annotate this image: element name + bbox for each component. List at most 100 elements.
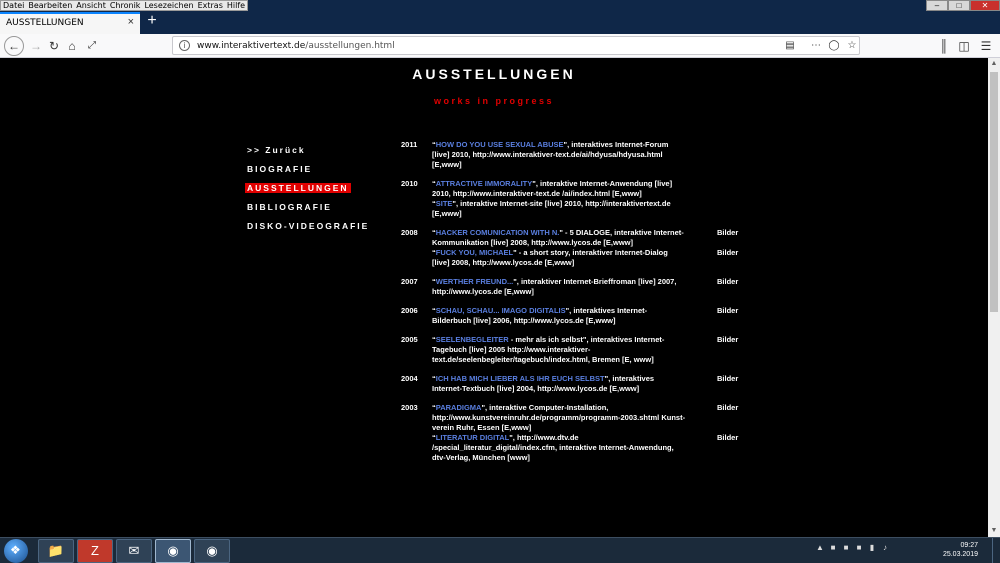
exhibition-link[interactable]: FUCK YOU, MICHAEL [436, 248, 513, 257]
sidebar-icon[interactable]: ◫ [956, 38, 972, 54]
filezilla-taskbar-icon[interactable]: Z [77, 539, 113, 563]
year-block: 2005 “SEELENBEGLEITER - mehr als ich selb… [401, 335, 761, 365]
browser-titlebar: Datei Bearbeiten Ansicht Chronik Lesezei… [0, 0, 1000, 34]
bilder-link[interactable]: Bilder [717, 403, 738, 413]
year-label: 2011 [401, 140, 418, 149]
tab-title: AUSSTELLUNGEN [6, 18, 84, 28]
exhibition-link[interactable]: HOW DO YOU USE SEXUAL ABUSE [436, 140, 564, 149]
nav-item-label: AUSSTELLUNGEN [245, 183, 351, 193]
clock-time: 09:27 [960, 542, 978, 549]
taskbar-clock[interactable]: 09:27 25.03.2019 [943, 541, 978, 559]
bilder-link[interactable]: Bilder [717, 277, 738, 287]
nav-item-0[interactable]: >> Zurück [245, 144, 371, 163]
exhibition-entry: “WERTHER FREUND...", interaktiver Intern… [432, 277, 739, 296]
year-block: 2010 “ATTRACTIVE IMMORALITY", interaktive… [401, 179, 761, 219]
exhibition-entry: “HACKER COMUNICATION WITH N." - 5 DIALOG… [432, 228, 739, 247]
exhibition-link[interactable]: SCHAU, SCHAU... IMAGO DIGITALIS [436, 306, 566, 315]
year-block: 2004 “ICH HAB MICH LIEBER ALS IHR EUCH SE… [401, 374, 761, 394]
pocket-icon[interactable]: ◯ [827, 39, 841, 53]
menu-item-lesezeichen[interactable]: Lesezeichen [142, 1, 195, 10]
exhibition-link[interactable]: ICH HAB MICH LIEBER ALS IHR EUCH SELBST [436, 374, 605, 383]
menu-item-hilfe[interactable]: Hilfe [225, 1, 247, 10]
bilder-link[interactable]: Bilder [717, 306, 738, 316]
page-actions-icon[interactable]: ⋯ [809, 39, 823, 53]
nav-item-2[interactable]: AUSSTELLUNGEN [245, 182, 371, 201]
app-taskbar-icon[interactable]: ◉ [194, 539, 230, 563]
browser-tab[interactable]: AUSSTELLUNGEN × [0, 12, 140, 34]
window-controls: – □ ✕ [926, 0, 1000, 11]
menu-icon[interactable]: ☰ [978, 38, 994, 54]
back-button[interactable]: ← [4, 36, 24, 56]
year-label: 2010 [401, 179, 418, 188]
close-window-button[interactable]: ✕ [970, 0, 1000, 11]
tray-icon-1[interactable]: ▲ [815, 543, 825, 553]
reload-button[interactable]: ↻ [46, 38, 62, 54]
url-text[interactable]: www.interaktivertext.de/ausstellungen.ht… [197, 41, 395, 51]
reader-view-icon[interactable]: ▤ [783, 39, 797, 53]
exhibitions-list: 2011 “HOW DO YOU USE SEXUAL ABUSE", inter… [401, 140, 761, 472]
volume-icon[interactable]: ♪ [880, 543, 890, 553]
bookmark-star-icon[interactable]: ☆ [845, 39, 859, 53]
bilder-link[interactable]: Bilder [717, 374, 738, 384]
nav-item-label: DISKO-VIDEOGRAFIE [247, 221, 370, 231]
site-navigation: >> Zurück BIOGRAFIE AUSSTELLUNGEN BIBLIOGRA… [245, 144, 371, 239]
nav-item-label: BIBLIOGRAFIE [247, 202, 332, 212]
page-subtitle: works in progress [433, 96, 555, 106]
year-label: 2008 [401, 228, 418, 237]
exhibition-entry: “LITERATUR DIGITAL", http://www.dtv.de /… [432, 433, 739, 462]
page-scrollbar[interactable]: ▲ ▼ [988, 58, 1000, 537]
forward-button[interactable]: → [28, 38, 44, 54]
firefox-taskbar-icon[interactable]: ◉ [155, 539, 191, 563]
scroll-down-arrow-icon[interactable]: ▼ [988, 525, 1000, 537]
fullscreen-icon[interactable]: ⤢ [84, 38, 100, 54]
tab-close-icon[interactable]: × [128, 16, 134, 28]
network-icon[interactable]: ▮ [867, 543, 877, 553]
nav-item-label: >> Zurück [247, 145, 306, 155]
year-label: 2006 [401, 306, 418, 315]
nav-item-4[interactable]: DISKO-VIDEOGRAFIE [245, 220, 371, 239]
minimize-button[interactable]: – [926, 0, 948, 11]
screen: Datei Bearbeiten Ansicht Chronik Lesezei… [0, 0, 1000, 563]
exhibition-link[interactable]: PARADIGMA [436, 403, 482, 412]
menu-item-chronik[interactable]: Chronik [108, 1, 143, 10]
menu-item-ansicht[interactable]: Ansicht [74, 1, 108, 10]
year-label: 2007 [401, 277, 418, 286]
exhibition-link[interactable]: WERTHER FREUND... [436, 277, 514, 286]
scroll-up-arrow-icon[interactable]: ▲ [988, 58, 1000, 70]
address-bar[interactable]: i www.interaktivertext.de/ausstellungen.… [172, 36, 860, 55]
show-desktop-button[interactable] [992, 538, 1000, 563]
menu-item-datei[interactable]: Datei [1, 1, 26, 10]
exhibition-link[interactable]: SITE [436, 199, 453, 208]
nav-item-3[interactable]: BIBLIOGRAFIE [245, 201, 371, 220]
nav-item-1[interactable]: BIOGRAFIE [245, 163, 371, 182]
year-block: 2003 “PARADIGMA", interaktive Computer-In… [401, 403, 761, 463]
menu-item-bearbeiten[interactable]: Bearbeiten [26, 1, 74, 10]
scrollbar-thumb[interactable] [990, 72, 998, 312]
exhibition-entry: “SCHAU, SCHAU... IMAGO DIGITALIS", inter… [432, 306, 739, 325]
navigation-toolbar: ← → ↻ ⌂ ⤢ i www.interaktivertext.de/auss… [0, 34, 1000, 58]
year-block: 2007 “WERTHER FREUND...", interaktiver In… [401, 277, 761, 297]
exhibition-link[interactable]: LITERATUR DIGITAL [436, 433, 509, 442]
tray-icon-3[interactable]: ■ [841, 543, 851, 553]
new-tab-button[interactable]: + [144, 13, 160, 31]
exhibition-link[interactable]: SEELENBEGLEITER [436, 335, 509, 344]
thunderbird-taskbar-icon[interactable]: ✉ [116, 539, 152, 563]
maximize-button[interactable]: □ [948, 0, 970, 11]
home-button[interactable]: ⌂ [64, 38, 80, 54]
bilder-link[interactable]: Bilder [717, 433, 738, 443]
library-icon[interactable]: ║ [936, 38, 952, 54]
site-info-icon[interactable]: i [179, 40, 190, 51]
bilder-link[interactable]: Bilder [717, 228, 738, 238]
tray-icon-4[interactable]: ■ [854, 543, 864, 553]
tray-icon-2[interactable]: ■ [828, 543, 838, 553]
exhibition-entry: “FUCK YOU, MICHAEL" - a short story, int… [432, 248, 739, 267]
year-block: 2006 “SCHAU, SCHAU... IMAGO DIGITALIS", i… [401, 306, 761, 326]
exhibition-link[interactable]: HACKER COMUNICATION WITH N. [436, 228, 560, 237]
menu-item-extras[interactable]: Extras [196, 1, 225, 10]
explorer-taskbar-icon[interactable]: 📁 [38, 539, 74, 563]
bilder-link[interactable]: Bilder [717, 248, 738, 258]
start-button[interactable]: ❖ [4, 539, 28, 563]
exhibition-description: ", interaktive Internet-site [live] 2010… [432, 199, 671, 218]
bilder-link[interactable]: Bilder [717, 335, 738, 345]
exhibition-link[interactable]: ATTRACTIVE IMMORALITY [436, 179, 533, 188]
